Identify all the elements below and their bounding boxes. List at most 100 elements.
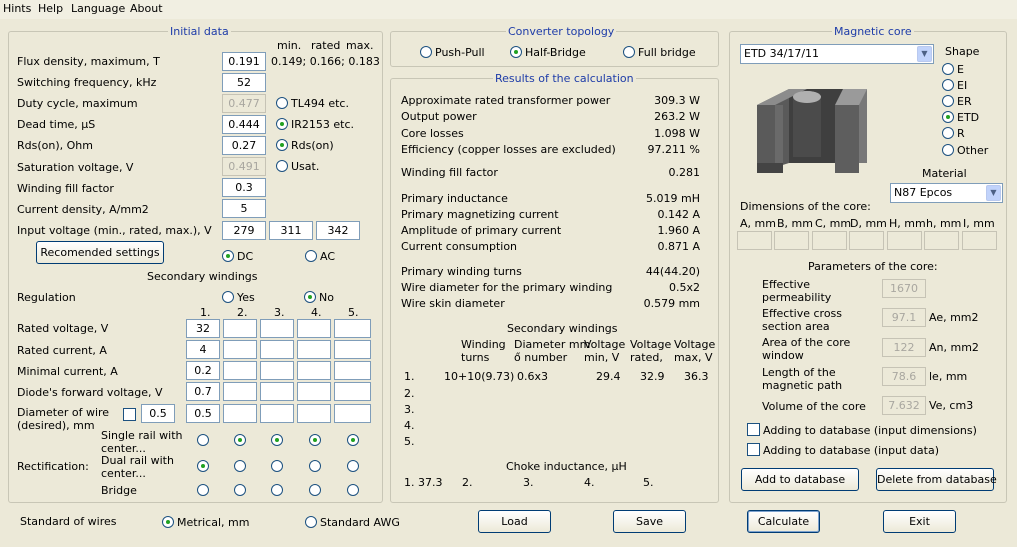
- menu-about[interactable]: About: [130, 2, 163, 15]
- wire-diameter-3[interactable]: [260, 404, 294, 423]
- recommended-settings-button[interactable]: Recomended settings: [36, 241, 164, 264]
- regulation-no-radio[interactable]: [304, 291, 316, 303]
- diode-5[interactable]: [334, 382, 371, 401]
- single-rail-radio-3[interactable]: [271, 434, 283, 446]
- dual-rail-radio-3[interactable]: [271, 460, 283, 472]
- shape-er-radio[interactable]: [942, 95, 954, 107]
- rated-current-4[interactable]: [297, 340, 331, 359]
- minimal-current-2[interactable]: [223, 361, 257, 380]
- rated-voltage-4[interactable]: [297, 319, 331, 338]
- regulation-yes-radio[interactable]: [222, 291, 234, 303]
- shape-r-radio[interactable]: [942, 127, 954, 139]
- calculate-button[interactable]: Calculate: [747, 510, 820, 533]
- dead-input[interactable]: 0.444: [222, 115, 266, 134]
- single-rail-radio-2[interactable]: [234, 434, 246, 446]
- exit-button[interactable]: Exit: [883, 510, 956, 533]
- sat-input[interactable]: 0.491: [222, 157, 266, 176]
- db-data-checkbox[interactable]: [747, 443, 760, 456]
- wire-diameter-4[interactable]: [297, 404, 331, 423]
- dual-rail-radio-4[interactable]: [309, 460, 321, 472]
- volume-input[interactable]: 7.632: [882, 396, 926, 415]
- wire-diameter-5[interactable]: [334, 404, 371, 423]
- vin-max-input[interactable]: 342: [316, 221, 360, 240]
- rated-voltage-2[interactable]: [223, 319, 257, 338]
- current-density-input[interactable]: 5: [222, 199, 266, 218]
- rated-voltage-5[interactable]: [334, 319, 371, 338]
- material-select[interactable]: N87 Epcos ▼: [890, 183, 1003, 203]
- single-rail-radio-1[interactable]: [197, 434, 209, 446]
- shape-e-radio[interactable]: [942, 63, 954, 75]
- metric-radio[interactable]: [162, 516, 174, 528]
- wire-diameter-1[interactable]: 0.5: [186, 404, 220, 423]
- minimal-current-5[interactable]: [334, 361, 371, 380]
- rds-radio[interactable]: [276, 139, 288, 151]
- awg-radio[interactable]: [305, 516, 317, 528]
- vin-rated-input[interactable]: 311: [269, 221, 313, 240]
- shape-other-radio[interactable]: [942, 144, 954, 156]
- wire-diameter-checkbox[interactable]: [123, 408, 136, 421]
- load-button[interactable]: Load: [478, 510, 551, 533]
- rds-input[interactable]: 0.27: [222, 136, 266, 155]
- delete-from-database-button[interactable]: Delete from database: [876, 468, 997, 491]
- dim-b-input[interactable]: [774, 231, 809, 250]
- bridge-radio-5[interactable]: [347, 484, 359, 496]
- shape-ei-radio[interactable]: [942, 79, 954, 91]
- bridge-radio-1[interactable]: [197, 484, 209, 496]
- bridge-radio-3[interactable]: [271, 484, 283, 496]
- bridge-radio-4[interactable]: [309, 484, 321, 496]
- wire-diameter-all[interactable]: 0.5: [141, 404, 175, 423]
- wire-diameter-2[interactable]: [223, 404, 257, 423]
- rated-current-1[interactable]: 4: [186, 340, 220, 359]
- full-bridge-radio[interactable]: [623, 46, 635, 58]
- dim-a-input[interactable]: [737, 231, 772, 250]
- dim-d-input[interactable]: [849, 231, 884, 250]
- menu-language[interactable]: Language: [71, 2, 125, 15]
- half-bridge-radio[interactable]: [510, 46, 522, 58]
- rated-current-3[interactable]: [260, 340, 294, 359]
- dim-c-input[interactable]: [812, 231, 847, 250]
- ac-radio[interactable]: [305, 250, 317, 262]
- minimal-current-1[interactable]: 0.2: [186, 361, 220, 380]
- save-button[interactable]: Save: [613, 510, 686, 533]
- usat-radio[interactable]: [276, 160, 288, 172]
- fill-input[interactable]: 0.3: [222, 178, 266, 197]
- rated-voltage-3[interactable]: [260, 319, 294, 338]
- shape-etd-radio[interactable]: [942, 111, 954, 123]
- dual-rail-radio-2[interactable]: [234, 460, 246, 472]
- chevron-down-icon[interactable]: ▼: [986, 185, 1001, 201]
- rated-voltage-1[interactable]: 32: [186, 319, 220, 338]
- rated-current-5[interactable]: [334, 340, 371, 359]
- length-input[interactable]: 78.6: [882, 367, 926, 386]
- rated-current-2[interactable]: [223, 340, 257, 359]
- dc-radio[interactable]: [222, 250, 234, 262]
- diode-4[interactable]: [297, 382, 331, 401]
- add-to-database-button[interactable]: Add to database: [741, 468, 859, 491]
- minimal-current-4[interactable]: [297, 361, 331, 380]
- diode-3[interactable]: [260, 382, 294, 401]
- ir2153-radio[interactable]: [276, 118, 288, 130]
- push-pull-radio[interactable]: [420, 46, 432, 58]
- bridge-radio-2[interactable]: [234, 484, 246, 496]
- dual-rail-radio-5[interactable]: [347, 460, 359, 472]
- minimal-current-3[interactable]: [260, 361, 294, 380]
- dim-h-input[interactable]: [887, 231, 922, 250]
- db-dims-checkbox[interactable]: [747, 423, 760, 436]
- dim-i-input[interactable]: [962, 231, 997, 250]
- diode-2[interactable]: [223, 382, 257, 401]
- area-input[interactable]: 97.1: [882, 308, 926, 327]
- perm-input[interactable]: 1670: [882, 279, 926, 298]
- window-input[interactable]: 122: [882, 338, 926, 357]
- core-select[interactable]: ETD 34/17/11 ▼: [740, 44, 934, 64]
- duty-input[interactable]: 0.477: [222, 94, 266, 113]
- freq-input[interactable]: 52: [222, 73, 266, 92]
- vin-min-input[interactable]: 279: [222, 221, 266, 240]
- dual-rail-radio-1[interactable]: [197, 460, 209, 472]
- single-rail-radio-4[interactable]: [309, 434, 321, 446]
- tl494-radio[interactable]: [276, 97, 288, 109]
- chevron-down-icon[interactable]: ▼: [917, 46, 932, 62]
- menu-help[interactable]: Help: [38, 2, 63, 15]
- dim-h2-input[interactable]: [924, 231, 959, 250]
- diode-1[interactable]: 0.7: [186, 382, 220, 401]
- single-rail-radio-5[interactable]: [347, 434, 359, 446]
- menu-hints[interactable]: Hints: [3, 2, 31, 15]
